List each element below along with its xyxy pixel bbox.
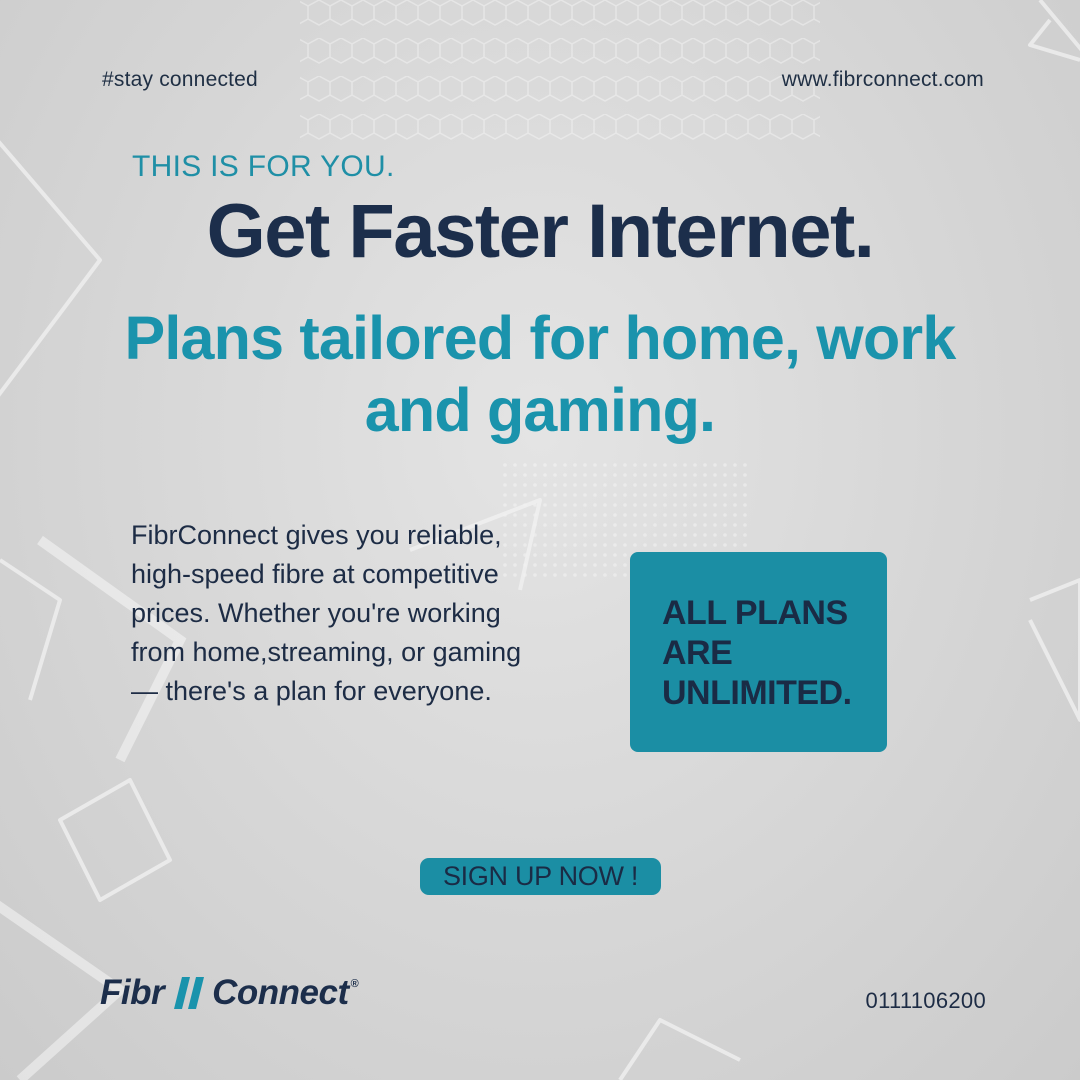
- hashtag-text: #stay connected: [102, 68, 258, 91]
- registered-mark: ®: [350, 978, 359, 990]
- subheadline: Plans tailored for home, work and gaming…: [124, 304, 957, 444]
- website-link[interactable]: www.fibrconnect.com: [782, 68, 984, 92]
- unlimited-callout-box: ALL PLANS ARE UNLIMITED.: [630, 552, 887, 752]
- phone-number[interactable]: 0111106200: [866, 988, 986, 1014]
- fibrconnect-logo: Fibr Connect ®: [100, 970, 359, 1016]
- logo-word-fibr: Fibr: [100, 973, 165, 1012]
- signup-button[interactable]: SIGN UP NOW !: [420, 858, 661, 895]
- logo-word-connect: Connect: [212, 973, 349, 1012]
- unlimited-callout-text: ALL PLANS ARE UNLIMITED.: [662, 594, 852, 712]
- logo-slash-icon: [174, 977, 205, 1009]
- promo-poster: #stay connected www.fibrconnect.com THIS…: [0, 0, 1080, 1080]
- kicker-text: THIS IS FOR YOU.: [132, 150, 395, 183]
- body-copy: FibrConnect gives you reliable, high-spe…: [131, 520, 522, 706]
- headline: Get Faster Internet.: [206, 189, 875, 274]
